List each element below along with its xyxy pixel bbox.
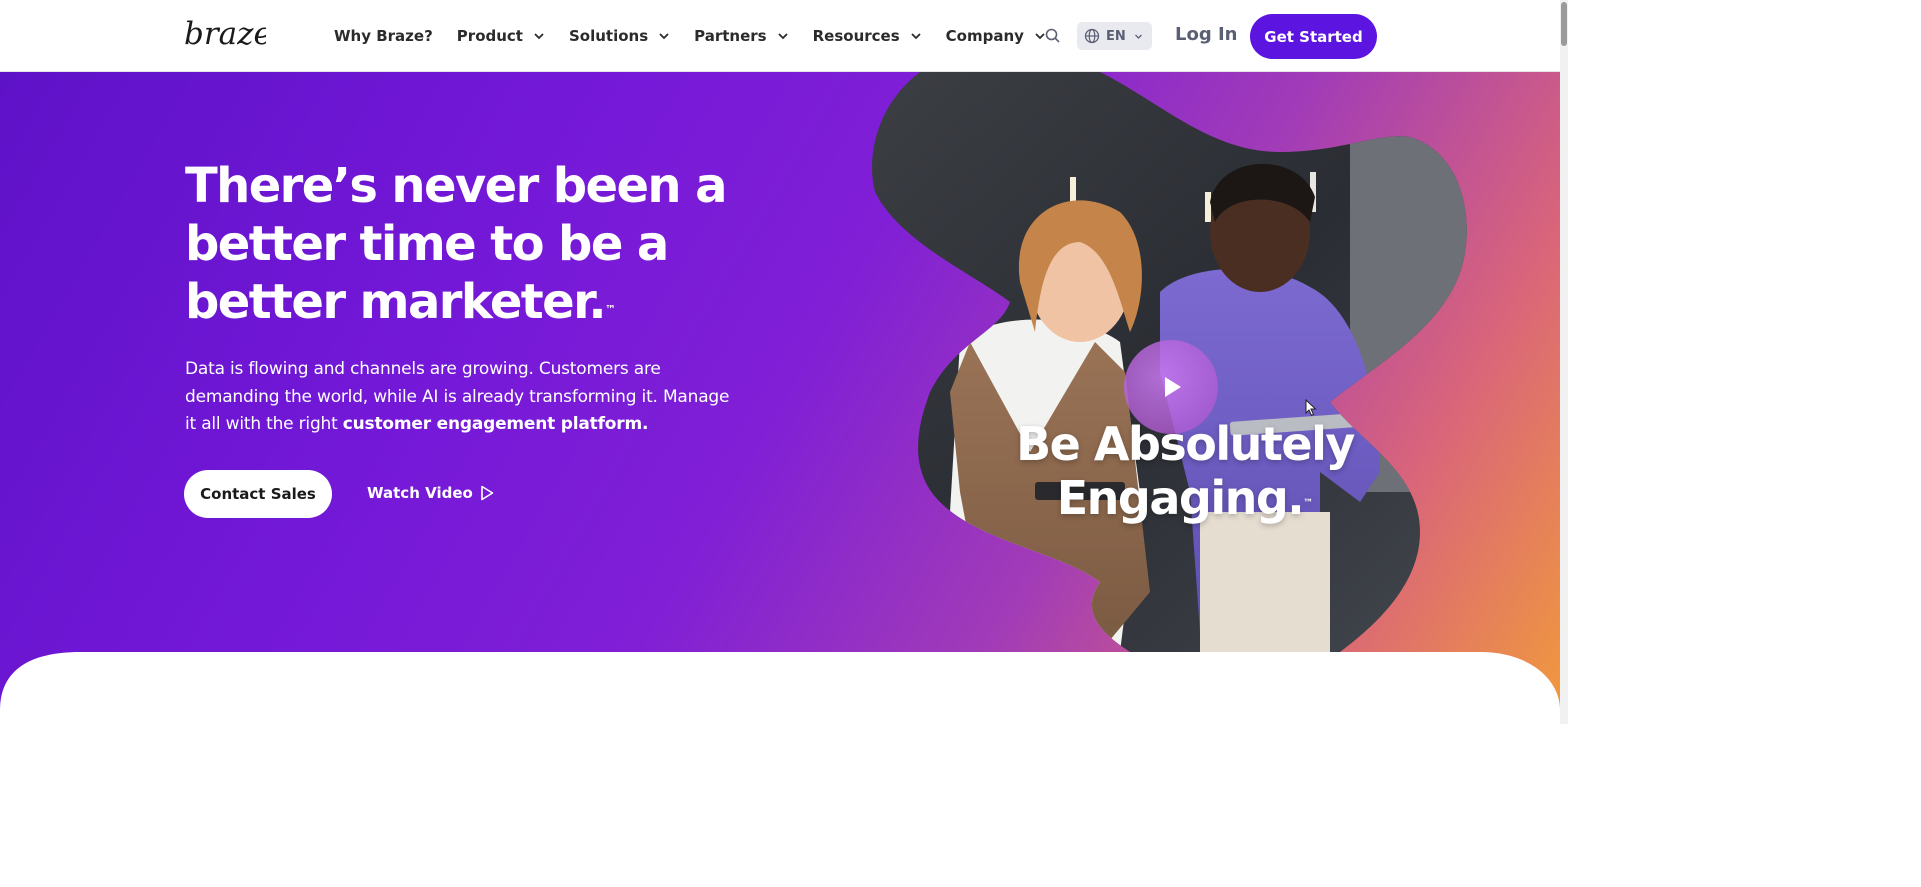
nav-item-label: Solutions bbox=[568, 27, 649, 45]
nav-item-label: Company bbox=[945, 27, 1024, 45]
scrollbar-thumb[interactable] bbox=[1561, 2, 1567, 46]
top-navigation: braze Why Braze? Product Solutions Partn… bbox=[0, 0, 1560, 72]
video-title-line-2: Engaging. bbox=[1056, 471, 1305, 525]
contact-sales-button[interactable]: Contact Sales bbox=[184, 470, 332, 518]
play-outline-icon bbox=[481, 485, 494, 501]
headline-line-3: better marketer. bbox=[185, 274, 607, 330]
nav-menu: Why Braze? Product Solutions Partners Re… bbox=[334, 0, 1070, 72]
video-title-line-1: Be Absolutely bbox=[1016, 417, 1355, 471]
logo-text: braze bbox=[184, 16, 266, 52]
login-link[interactable]: Log In bbox=[1175, 24, 1238, 45]
hero-subtext: Data is flowing and channels are growing… bbox=[185, 356, 745, 439]
hero-headline: There’s never been a better time to be a… bbox=[185, 157, 745, 331]
nav-item-partners[interactable]: Partners bbox=[694, 27, 788, 45]
watch-video-label: Watch Video bbox=[367, 484, 473, 502]
chevron-down-icon bbox=[534, 33, 544, 40]
nav-item-label: Resources bbox=[812, 27, 900, 45]
get-started-button[interactable]: Get Started bbox=[1250, 14, 1377, 59]
hero-section: There’s never been a better time to be a… bbox=[0, 72, 1560, 724]
search-icon[interactable] bbox=[1044, 27, 1062, 45]
nav-item-why-braze[interactable]: Why Braze? bbox=[334, 27, 433, 45]
language-selector[interactable]: EN bbox=[1077, 22, 1152, 50]
nav-item-label: Product bbox=[456, 27, 523, 45]
chevron-down-icon bbox=[659, 33, 669, 40]
braze-logo[interactable]: braze bbox=[184, 14, 272, 58]
video-overlay-title: Be Absolutely Engaging.™ bbox=[1000, 417, 1370, 525]
language-label: EN bbox=[1106, 28, 1126, 44]
subtext-emphasis: customer engagement platform. bbox=[342, 414, 649, 434]
nav-item-label: Partners bbox=[694, 27, 767, 45]
nav-item-company[interactable]: Company bbox=[946, 27, 1046, 45]
nav-item-solutions[interactable]: Solutions bbox=[569, 27, 670, 45]
headline-line-2: better time to be a bbox=[185, 216, 669, 272]
trademark-mark: ™ bbox=[1303, 498, 1314, 509]
nav-item-product[interactable]: Product bbox=[457, 27, 545, 45]
watch-video-button[interactable]: Watch Video bbox=[367, 484, 494, 502]
chevron-down-icon bbox=[777, 33, 788, 40]
chevron-down-icon bbox=[911, 33, 921, 40]
trademark-mark: ™ bbox=[604, 303, 616, 316]
nav-item-resources[interactable]: Resources bbox=[813, 27, 922, 45]
scrollbar-track[interactable] bbox=[1560, 0, 1568, 724]
headline-line-1: There’s never been a bbox=[185, 158, 728, 214]
chevron-down-icon bbox=[1134, 34, 1142, 39]
nav-item-label: Why Braze? bbox=[334, 27, 433, 45]
play-icon bbox=[1165, 377, 1181, 397]
globe-icon bbox=[1084, 28, 1100, 44]
mouse-cursor-icon bbox=[1305, 399, 1317, 417]
section-divider-curve bbox=[0, 652, 1560, 724]
